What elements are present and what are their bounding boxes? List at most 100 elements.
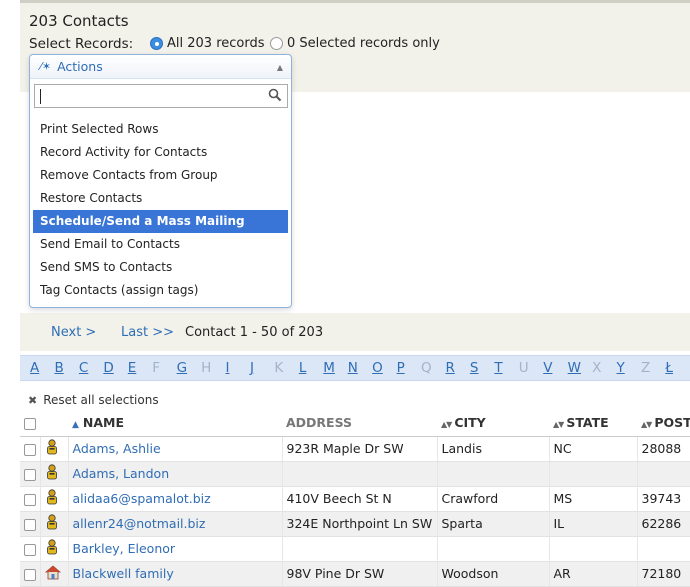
address-cell	[282, 536, 438, 562]
actions-label: Actions	[57, 59, 103, 74]
alpha-letter[interactable]: B	[54, 360, 78, 376]
row-checkbox[interactable]	[24, 568, 36, 581]
person-icon	[45, 514, 59, 533]
person-icon	[45, 439, 59, 458]
select-all-cell	[20, 410, 40, 437]
alpha-letter[interactable]: I	[226, 360, 250, 376]
contact-name-link[interactable]: allenr24@notmail.biz	[73, 516, 206, 531]
actions-menu-item[interactable]: Remove Contacts from Group	[33, 164, 288, 187]
col-city[interactable]: ▲▼ CITY	[437, 410, 549, 437]
city-cell	[437, 461, 550, 487]
alpha-letter[interactable]: G	[177, 360, 201, 376]
alpha-letter[interactable]: M	[323, 360, 347, 376]
actions-list: Print Selected Rows Record Activity for C…	[30, 118, 291, 302]
text-cursor	[40, 89, 41, 104]
alpha-letter[interactable]: T	[494, 360, 518, 376]
row-checkbox[interactable]	[24, 518, 36, 531]
alpha-letter[interactable]: W	[568, 360, 592, 376]
col-postal[interactable]: ▲▼POSTAL	[637, 410, 690, 437]
table-row: Barkley, Eleonor	[20, 536, 690, 562]
col-state[interactable]: ▲▼ STATE	[549, 410, 637, 437]
contact-name-link[interactable]: Adams, Landon	[73, 466, 170, 481]
state-cell: NC	[549, 436, 638, 462]
alpha-letter: U	[518, 360, 529, 376]
alpha-letter[interactable]: R	[445, 360, 469, 376]
city-cell: Crawford	[437, 486, 550, 512]
last-page-link[interactable]: Last >>	[121, 325, 174, 340]
alpha-letter[interactable]: Ł	[665, 360, 689, 376]
city-cell	[437, 536, 550, 562]
person-icon	[45, 464, 59, 483]
state-cell: AR	[549, 561, 638, 587]
actions-menu-item[interactable]: Schedule/Send a Mass Mailing	[33, 210, 288, 233]
radio-all-label: All 203 records	[167, 36, 265, 51]
alpha-letter[interactable]: E	[128, 360, 152, 376]
alpha-letter[interactable]: V	[543, 360, 567, 376]
actions-menu-item[interactable]: Print Selected Rows	[33, 118, 288, 141]
address-cell	[282, 461, 438, 487]
alpha-letter[interactable]: O	[372, 360, 396, 376]
alpha-letter[interactable]: S	[470, 360, 494, 376]
address-cell: 324E Northpoint Ln SW	[282, 511, 438, 537]
sort-asc-icon: ▲	[72, 420, 79, 431]
actions-menu-item[interactable]: Send Email to Contacts	[33, 233, 288, 256]
actions-dropdown-toggle[interactable]: ⁄✶ Actions ▲	[30, 55, 291, 79]
select-all-checkbox[interactable]	[24, 417, 36, 430]
row-checkbox[interactable]	[24, 468, 36, 481]
postal-cell	[637, 461, 690, 487]
alpha-letter[interactable]: D	[103, 360, 127, 376]
contact-name-link[interactable]: Barkley, Eleonor	[73, 541, 176, 556]
alpha-letter[interactable]: J	[250, 360, 274, 376]
row-checkbox[interactable]	[24, 443, 36, 456]
table-row: allenr24@notmail.biz 324E Northpoint Ln S…	[20, 511, 690, 537]
search-icon	[268, 88, 282, 106]
contact-name-link[interactable]: Blackwell family	[73, 566, 174, 581]
sort-icon: ▲▼	[441, 420, 452, 430]
table-row: Blackwell family 98V Pine Dr SW Woodson AR 7…	[20, 561, 690, 587]
caret-up-icon: ▲	[276, 63, 283, 72]
radio-all-icon[interactable]	[150, 37, 163, 50]
reset-selections[interactable]: ✖ Reset all selections	[28, 393, 159, 407]
close-icon: ✖	[28, 393, 38, 407]
actions-menu-item[interactable]: Restore Contacts	[33, 187, 288, 210]
alpha-letter[interactable]: P	[397, 360, 421, 376]
alpha-letter[interactable]: N	[348, 360, 372, 376]
next-page-link[interactable]: Next >	[51, 325, 96, 340]
alpha-letter[interactable]: C	[79, 360, 103, 376]
state-cell	[549, 536, 638, 562]
wand-icon: ⁄✶	[40, 60, 52, 73]
alpha-letter[interactable]: A	[30, 360, 54, 376]
alpha-letter[interactable]: Y	[617, 360, 641, 376]
contacts-table: ▲NAME ADDRESS ▲▼CITY ▲▼STATE ▲▼POSTAL Ad…	[20, 410, 690, 587]
select-records-label: Select Records:	[29, 36, 134, 52]
contact-name-link[interactable]: alidaa6@spamalot.biz	[73, 491, 211, 506]
actions-menu-item[interactable]: Record Activity for Contacts	[33, 141, 288, 164]
household-icon	[44, 564, 61, 583]
postal-cell: 72180	[637, 561, 690, 587]
actions-dropdown[interactable]: ⁄✶ Actions ▲ Print Selected Rows Record A…	[29, 54, 292, 308]
col-address: ADDRESS	[282, 410, 437, 437]
actions-menu-item[interactable]: Send SMS to Contacts	[33, 256, 288, 279]
address-cell: 410V Beech St N	[282, 486, 438, 512]
row-checkbox[interactable]	[24, 543, 36, 556]
state-cell: MS	[549, 486, 638, 512]
radio-selected-icon[interactable]	[270, 37, 283, 50]
alpha-letter[interactable]: L	[299, 360, 323, 376]
actions-search-input[interactable]	[34, 84, 288, 108]
actions-menu-item[interactable]: Tag Contacts (assign tags)	[33, 279, 288, 302]
radio-selected-records[interactable]: 0 Selected records only	[270, 36, 440, 51]
radio-all-records[interactable]: All 203 records	[150, 36, 265, 51]
table-row: Adams, Ashlie 923R Maple Dr SW Landis NC 280…	[20, 436, 690, 462]
contact-name-link[interactable]: Adams, Ashlie	[73, 441, 161, 456]
col-name[interactable]: ▲ NAME	[68, 410, 282, 437]
alpha-letter: Q	[421, 360, 432, 376]
table-header-row: ▲NAME ADDRESS ▲▼CITY ▲▼STATE ▲▼POSTAL	[20, 410, 690, 437]
alpha-letter: F	[152, 360, 160, 376]
alpha-letter: X	[592, 360, 602, 376]
row-checkbox[interactable]	[24, 493, 36, 506]
pager-info: Contact 1 - 50 of 203	[185, 324, 324, 340]
table-row: Adams, Landon	[20, 461, 690, 487]
person-icon	[45, 539, 59, 558]
postal-cell: 28088	[637, 436, 690, 462]
postal-cell: 39743	[637, 486, 690, 512]
